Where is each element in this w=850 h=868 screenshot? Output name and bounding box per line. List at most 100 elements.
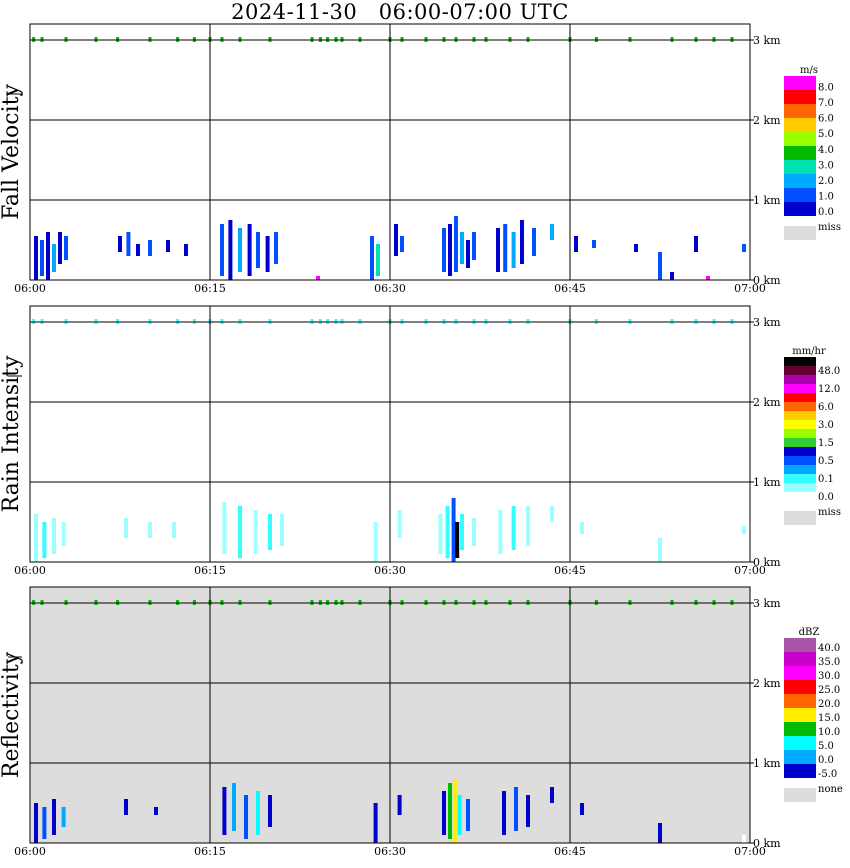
legend-swatch [784, 420, 816, 429]
y-tick-label: 3 km [753, 34, 781, 47]
x-tick-label: 06:30 [374, 564, 406, 577]
legend-label: 1.5 [818, 438, 834, 449]
y-tick-label: 1 km [753, 476, 781, 489]
legend-label: 0.5 [818, 456, 834, 467]
data-cell [658, 823, 662, 843]
data-cell [247, 224, 252, 276]
legend-swatch [784, 132, 816, 146]
legend-label: -5.0 [818, 769, 837, 780]
legend-label: 10.0 [818, 727, 840, 738]
data-cell [526, 506, 530, 546]
data-cell [228, 220, 233, 280]
x-tick-label: 06:00 [14, 564, 46, 577]
data-cell [496, 228, 500, 272]
legend-swatch [784, 492, 816, 501]
legend-swatch [784, 736, 816, 750]
data-cell [592, 240, 596, 248]
legend-swatch [784, 447, 816, 456]
legend-label: 0.1 [818, 474, 834, 485]
x-tick-label: 07:00 [734, 564, 766, 577]
data-cell [46, 232, 50, 280]
legend-swatch [784, 429, 816, 438]
legend-swatch [784, 708, 816, 722]
data-cell [316, 276, 320, 280]
x-tick-label: 06:30 [374, 282, 406, 295]
y-tick-label: 2 km [753, 114, 781, 127]
data-cell [742, 244, 746, 252]
legend-label: 1.0 [818, 191, 834, 202]
y-tick-label: 1 km [753, 194, 781, 207]
legend-label: 40.0 [818, 643, 840, 654]
legend-label: 0.0 [818, 207, 834, 218]
legend-swatch [784, 722, 816, 736]
legend-label: 5.0 [818, 129, 834, 140]
data-cell [451, 498, 456, 562]
data-cell [658, 538, 662, 562]
data-cell [154, 807, 158, 815]
data-cell [253, 510, 258, 554]
data-cell [472, 518, 476, 546]
legend-label: 20.0 [818, 699, 840, 710]
data-cell [514, 787, 518, 831]
data-cell [373, 522, 378, 562]
legend-swatch [784, 393, 816, 402]
legend-swatch [784, 694, 816, 708]
x-tick-label: 06:15 [194, 564, 226, 577]
legend-label: 4.0 [818, 145, 834, 156]
legend-label: 7.0 [818, 98, 834, 109]
legend-swatch [784, 750, 816, 764]
legend-label: 6.0 [818, 402, 834, 413]
data-cell [58, 232, 62, 264]
legend-swatch [784, 474, 816, 483]
data-cell [61, 807, 66, 827]
legend-swatch [784, 666, 816, 680]
data-cell [52, 518, 56, 554]
data-cell [658, 252, 662, 280]
legend-miss-label: miss [818, 507, 841, 518]
data-cell [52, 244, 56, 272]
data-cell [220, 224, 224, 276]
y-tick-label: 3 km [753, 597, 781, 610]
data-cell [118, 236, 122, 252]
legend-miss-swatch [784, 788, 816, 802]
chart-canvas: 0 km1 km2 km3 km06:00 06:15 06:30 06:45 07:0… [0, 23, 843, 858]
legend-label: 8.0 [818, 83, 834, 94]
legend-swatch [784, 202, 816, 216]
x-tick-label: 06:15 [194, 282, 226, 295]
y-axis-title: Rain Intensity [0, 355, 24, 512]
x-tick-label: 06:30 [374, 845, 406, 858]
data-cell [222, 502, 227, 554]
data-cell [452, 779, 457, 843]
legend-label: 30.0 [818, 671, 840, 682]
legend-swatch [784, 456, 816, 465]
legend-label: 35.0 [818, 657, 840, 668]
data-cell [532, 228, 536, 256]
data-cell [498, 510, 503, 554]
data-cell [376, 244, 380, 276]
data-cell [550, 224, 554, 240]
legend-swatch [784, 638, 816, 652]
legend-swatch [784, 188, 816, 202]
data-cell [442, 228, 446, 272]
legend-unit: mm/hr [792, 346, 826, 357]
data-cell [244, 795, 248, 839]
data-cell [445, 506, 450, 558]
data-cell [148, 240, 152, 256]
x-tick-label: 06:00 [14, 282, 46, 295]
data-cell [124, 518, 128, 538]
y-tick-label: 1 km [753, 757, 781, 770]
legend-swatch [784, 366, 816, 375]
legend-swatch [784, 174, 816, 188]
legend-swatch [784, 402, 816, 411]
data-cell [64, 236, 68, 260]
y-axis-title: Reflectivity [0, 651, 24, 778]
legend-swatch [784, 104, 816, 118]
legend-unit: m/s [800, 65, 818, 76]
y-axis-title: Fall Velocity [0, 84, 24, 220]
data-cell [265, 236, 270, 272]
x-tick-label: 06:00 [14, 845, 46, 858]
legend-swatch [784, 357, 816, 366]
legend-miss-swatch [784, 226, 816, 240]
data-cell [502, 791, 506, 835]
legend-label: 15.0 [818, 713, 840, 724]
